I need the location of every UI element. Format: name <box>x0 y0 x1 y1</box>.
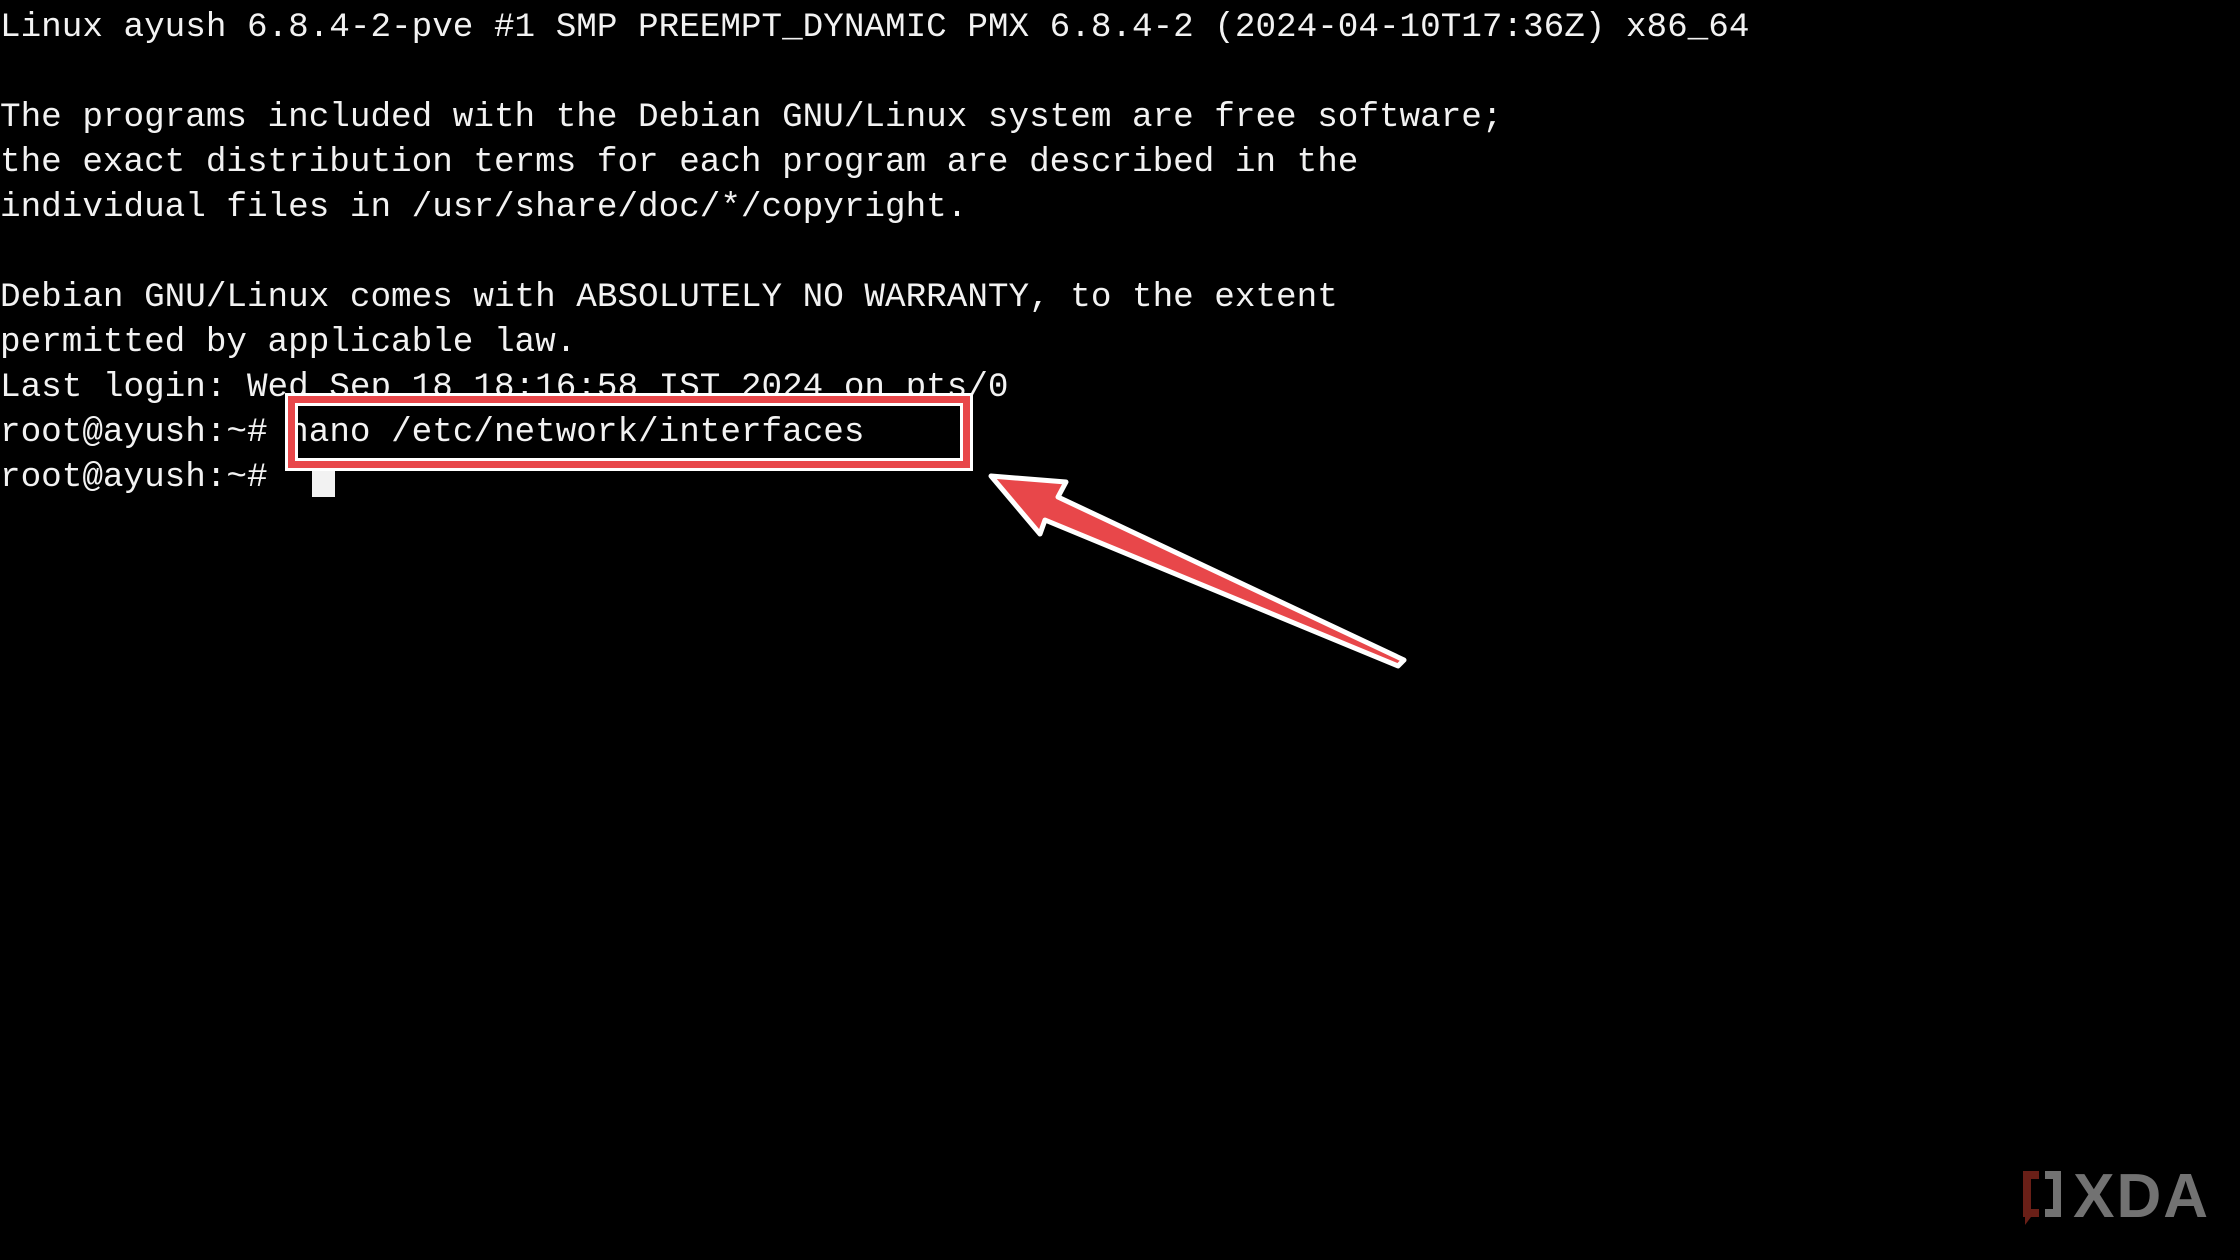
annotation-arrow-icon <box>988 473 1407 669</box>
xda-logo-icon <box>2023 1170 2062 1225</box>
xda-watermark: XDA <box>2017 1161 2210 1232</box>
xda-watermark-text: XDA <box>2073 1162 2210 1231</box>
